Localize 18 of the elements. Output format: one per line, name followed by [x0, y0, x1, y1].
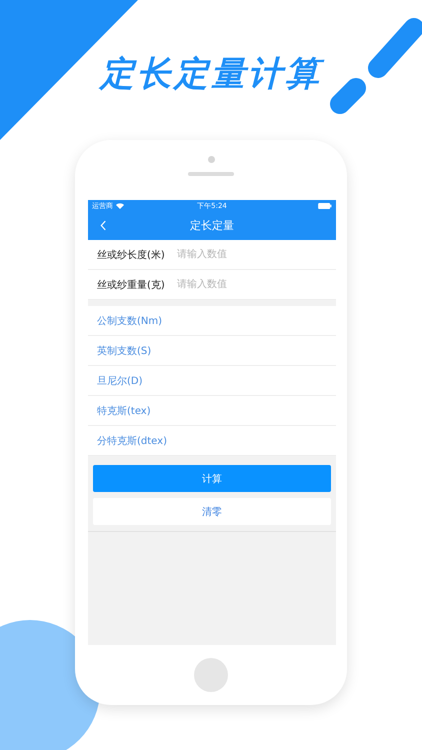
result-label: 公制支数(Nm) — [97, 314, 162, 328]
clear-button[interactable]: 清零 — [93, 498, 331, 525]
camera-dot — [208, 156, 214, 163]
input-field[interactable]: 请输入数值 — [177, 249, 297, 260]
result-label: 分特克斯(dtex) — [97, 434, 167, 448]
calculate-button[interactable]: 计算 — [93, 465, 331, 492]
result-label: 英制支数(S) — [97, 344, 152, 358]
result-label: 旦尼尔(D) — [97, 374, 143, 388]
input-field[interactable]: 请输入数值 — [177, 279, 297, 290]
speaker-slot — [188, 172, 234, 176]
back-icon[interactable] — [100, 220, 107, 231]
wifi-icon — [116, 202, 124, 208]
battery-icon — [318, 202, 332, 208]
field-label: 丝或纱长度(米) — [97, 248, 166, 262]
result-label: 特克斯(tex) — [97, 404, 151, 418]
headline: 定长定量计算 — [0, 50, 422, 98]
field-label: 丝或纱重量(克) — [97, 278, 166, 292]
nav-title: 定长定量 — [190, 218, 234, 233]
